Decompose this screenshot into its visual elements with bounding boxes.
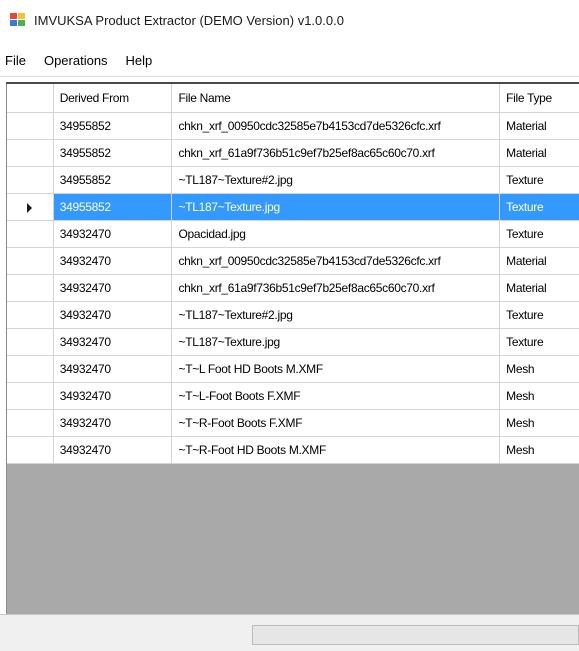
cell-file-name[interactable]: ~T~L Foot HD Boots M.XMF bbox=[171, 355, 501, 383]
cell-file-name[interactable]: Opacidad.jpg bbox=[171, 220, 501, 248]
cell-file-type[interactable]: Mesh bbox=[499, 382, 579, 410]
table-row[interactable]: 34955852 chkn_xrf_61a9f736b51c9ef7b25ef8a… bbox=[7, 139, 579, 167]
column-header-file-name[interactable]: File Name bbox=[171, 84, 501, 113]
row-header[interactable] bbox=[7, 166, 54, 194]
current-row-arrow-icon bbox=[27, 202, 33, 213]
cell-file-type[interactable]: Mesh bbox=[499, 409, 579, 437]
row-header[interactable] bbox=[7, 382, 54, 410]
cell-file-name[interactable]: chkn_xrf_61a9f736b51c9ef7b25ef8ac65c60c7… bbox=[171, 274, 501, 302]
cell-derived-from[interactable]: 34955852 bbox=[53, 112, 173, 140]
cell-file-name[interactable]: ~TL187~Texture.jpg bbox=[171, 328, 501, 356]
cell-file-type[interactable]: Texture bbox=[499, 328, 579, 356]
row-header[interactable] bbox=[7, 301, 54, 329]
column-header-file-type[interactable]: File Type bbox=[499, 84, 579, 113]
table-row[interactable]: 34932470 ~T~R-Foot HD Boots M.XMF Mesh bbox=[7, 436, 579, 464]
cell-file-name[interactable]: ~TL187~Texture#2.jpg bbox=[171, 166, 501, 194]
cell-file-type[interactable]: Mesh bbox=[499, 436, 579, 464]
cell-file-type[interactable]: Mesh bbox=[499, 355, 579, 383]
menu-operations[interactable]: Operations bbox=[35, 46, 117, 76]
cell-file-type[interactable]: Texture bbox=[499, 166, 579, 194]
cell-file-name[interactable]: chkn_xrf_00950cdc32585e7b4153cd7de5326cf… bbox=[171, 112, 501, 140]
cell-file-name[interactable]: chkn_xrf_61a9f736b51c9ef7b25ef8ac65c60c7… bbox=[171, 139, 501, 167]
table-row[interactable]: 34955852 ~TL187~Texture.jpg Texture bbox=[7, 193, 579, 221]
cell-file-type[interactable]: Texture bbox=[499, 220, 579, 248]
menu-help[interactable]: Help bbox=[117, 46, 162, 76]
row-header[interactable] bbox=[7, 220, 54, 248]
row-header[interactable] bbox=[7, 409, 54, 437]
cell-derived-from[interactable]: 34932470 bbox=[53, 247, 173, 275]
cell-file-name[interactable]: ~T~R-Foot HD Boots M.XMF bbox=[171, 436, 501, 464]
cell-derived-from[interactable]: 34932470 bbox=[53, 382, 173, 410]
cell-file-type[interactable]: Texture bbox=[499, 193, 579, 221]
table-row[interactable]: 34932470 chkn_xrf_00950cdc32585e7b4153cd7… bbox=[7, 247, 579, 275]
table-row[interactable]: 34955852 chkn_xrf_00950cdc32585e7b4153cd7… bbox=[7, 112, 579, 140]
cell-derived-from[interactable]: 34932470 bbox=[53, 301, 173, 329]
cell-derived-from[interactable]: 34932470 bbox=[53, 436, 173, 464]
cell-derived-from[interactable]: 34955852 bbox=[53, 139, 173, 167]
row-header[interactable] bbox=[7, 328, 54, 356]
cell-derived-from[interactable]: 34955852 bbox=[53, 166, 173, 194]
row-header[interactable] bbox=[7, 193, 54, 221]
files-table: Derived From File Name File Type 3495585… bbox=[7, 84, 579, 464]
row-header[interactable] bbox=[7, 274, 54, 302]
corner-header-cell[interactable] bbox=[7, 84, 54, 113]
cell-file-name[interactable]: ~TL187~Texture#2.jpg bbox=[171, 301, 501, 329]
table-row[interactable]: 34932470 ~TL187~Texture#2.jpg Texture bbox=[7, 301, 579, 329]
row-header[interactable] bbox=[7, 247, 54, 275]
title-bar: IMVUKSA Product Extractor (DEMO Version)… bbox=[0, 0, 579, 40]
cell-file-type[interactable]: Material bbox=[499, 274, 579, 302]
row-header[interactable] bbox=[7, 139, 54, 167]
menu-file[interactable]: File bbox=[0, 46, 35, 76]
cell-derived-from[interactable]: 34932470 bbox=[53, 274, 173, 302]
table-row[interactable]: 34932470 chkn_xrf_61a9f736b51c9ef7b25ef8a… bbox=[7, 274, 579, 302]
progress-bar bbox=[252, 625, 579, 645]
row-header[interactable] bbox=[7, 112, 54, 140]
cell-derived-from[interactable]: 34932470 bbox=[53, 328, 173, 356]
cell-file-type[interactable]: Material bbox=[499, 112, 579, 140]
cell-file-type[interactable]: Material bbox=[499, 139, 579, 167]
table-row[interactable]: 34932470 ~T~L-Foot Boots F.XMF Mesh bbox=[7, 382, 579, 410]
files-grid[interactable]: Derived From File Name File Type 3495585… bbox=[6, 84, 579, 614]
cell-derived-from[interactable]: 34932470 bbox=[53, 355, 173, 383]
table-row[interactable]: 34932470 ~T~R-Foot Boots F.XMF Mesh bbox=[7, 409, 579, 437]
cell-file-name[interactable]: ~TL187~Texture.jpg bbox=[171, 193, 501, 221]
cell-file-type[interactable]: Texture bbox=[499, 301, 579, 329]
cell-file-name[interactable]: chkn_xrf_00950cdc32585e7b4153cd7de5326cf… bbox=[171, 247, 501, 275]
app-icon bbox=[10, 13, 26, 27]
table-row[interactable]: 34932470 Opacidad.jpg Texture bbox=[7, 220, 579, 248]
cell-file-name[interactable]: ~T~L-Foot Boots F.XMF bbox=[171, 382, 501, 410]
cell-derived-from[interactable]: 34932470 bbox=[53, 409, 173, 437]
menu-bar: File Operations Help bbox=[0, 46, 579, 77]
cell-file-type[interactable]: Material bbox=[499, 247, 579, 275]
table-row[interactable]: 34932470 ~T~L Foot HD Boots M.XMF Mesh bbox=[7, 355, 579, 383]
cell-derived-from[interactable]: 34932470 bbox=[53, 220, 173, 248]
table-row[interactable]: 34932470 ~TL187~Texture.jpg Texture bbox=[7, 328, 579, 356]
window-title: IMVUKSA Product Extractor (DEMO Version)… bbox=[34, 12, 344, 28]
row-header[interactable] bbox=[7, 355, 54, 383]
grid-body: 34955852 chkn_xrf_00950cdc32585e7b4153cd7… bbox=[7, 112, 579, 464]
cell-file-name[interactable]: ~T~R-Foot Boots F.XMF bbox=[171, 409, 501, 437]
cell-derived-from[interactable]: 34955852 bbox=[53, 193, 173, 221]
header-row: Derived From File Name File Type bbox=[7, 84, 579, 113]
row-header[interactable] bbox=[7, 436, 54, 464]
column-header-derived-from[interactable]: Derived From bbox=[53, 84, 173, 113]
status-bar bbox=[0, 614, 579, 651]
table-row[interactable]: 34955852 ~TL187~Texture#2.jpg Texture bbox=[7, 166, 579, 194]
